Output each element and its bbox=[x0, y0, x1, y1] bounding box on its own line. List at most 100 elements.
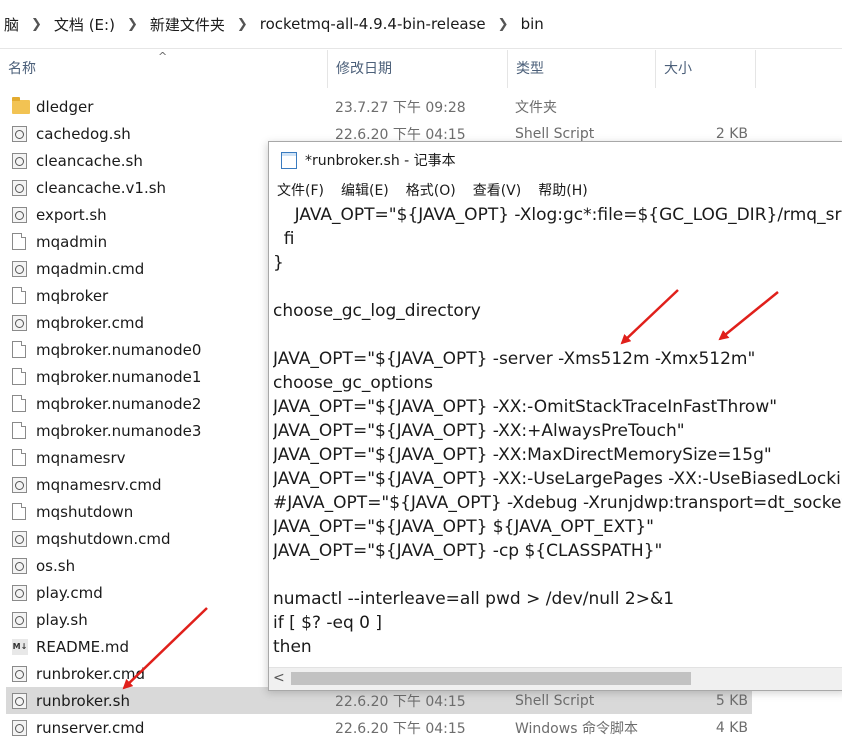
file-name: runbroker.sh bbox=[36, 691, 130, 710]
file-icon bbox=[12, 503, 26, 520]
column-date-header[interactable]: 修改日期 bbox=[328, 50, 508, 88]
sort-ascending-icon: ^ bbox=[158, 50, 168, 63]
breadcrumb-item[interactable]: 脑 bbox=[0, 14, 23, 35]
notepad-window: *runbroker.sh - 记事本 文件(F) 编辑(E) 格式(O) 查看(V)… bbox=[268, 141, 842, 691]
script-file-icon bbox=[12, 260, 27, 277]
text-line: JAVA_OPT="${JAVA_OPT} ${JAVA_OPT_EXT}" bbox=[273, 517, 654, 537]
file-name: cachedog.sh bbox=[36, 124, 131, 143]
script-file-icon bbox=[12, 530, 27, 547]
file-name: export.sh bbox=[36, 205, 107, 224]
text-line: JAVA_OPT="${JAVA_OPT} -XX:-UseLargePages… bbox=[273, 469, 842, 489]
file-icon bbox=[12, 287, 26, 304]
file-size: 2 KB bbox=[715, 125, 748, 142]
chevron-right-icon[interactable]: ❯ bbox=[490, 17, 517, 32]
file-name: cleancache.v1.sh bbox=[36, 178, 167, 197]
script-file-icon bbox=[12, 611, 27, 628]
file-name: mqbroker.numanode0 bbox=[36, 340, 202, 359]
script-file-icon bbox=[12, 692, 27, 709]
text-line bbox=[273, 563, 842, 587]
text-line: } bbox=[273, 253, 284, 273]
column-size-label: 大小 bbox=[664, 61, 692, 77]
column-name-header[interactable]: 名称 ^ bbox=[0, 50, 328, 88]
file-name: mqnamesrv.cmd bbox=[36, 475, 162, 494]
script-file-icon bbox=[12, 314, 27, 331]
file-name: os.sh bbox=[36, 556, 76, 575]
file-name: mqadmin.cmd bbox=[36, 259, 145, 278]
file-name: dledger bbox=[36, 97, 94, 116]
column-type-label: 类型 bbox=[516, 61, 544, 77]
file-row[interactable]: runserver.cmd 22.6.20 下午 04:15 Windows 命令脚… bbox=[6, 714, 752, 741]
file-name: mqbroker.numanode3 bbox=[36, 421, 202, 440]
breadcrumb-item[interactable]: bin bbox=[517, 15, 548, 33]
column-header: 名称 ^ 修改日期 类型 大小 bbox=[0, 50, 842, 88]
scrollbar-thumb[interactable] bbox=[291, 672, 691, 685]
text-line bbox=[273, 323, 842, 347]
file-name: runserver.cmd bbox=[36, 718, 145, 737]
chevron-right-icon[interactable]: ❯ bbox=[229, 17, 256, 32]
file-size: 4 KB bbox=[715, 719, 748, 736]
notepad-menu-bar: 文件(F) 编辑(E) 格式(O) 查看(V) 帮助(H) bbox=[269, 178, 842, 204]
file-name: mqadmin bbox=[36, 232, 108, 251]
notepad-title-bar[interactable]: *runbroker.sh - 记事本 bbox=[269, 142, 842, 178]
breadcrumb-item[interactable]: 文档 (E:) bbox=[50, 14, 119, 35]
file-name: cleancache.sh bbox=[36, 151, 143, 170]
text-line: JAVA_OPT="${JAVA_OPT} -cp ${CLASSPATH}" bbox=[273, 541, 663, 561]
file-size: 5 KB bbox=[715, 692, 748, 709]
notepad-menu-item[interactable]: 文件(F) bbox=[269, 178, 333, 204]
file-icon bbox=[12, 341, 26, 358]
script-file-icon bbox=[12, 584, 27, 601]
text-line: fi bbox=[273, 229, 295, 249]
breadcrumb-item[interactable]: rocketmq-all-4.9.4-bin-release bbox=[256, 15, 490, 33]
breadcrumb: 脑 ❯ 文档 (E:) ❯ 新建文件夹 ❯ rocketmq-all-4.9.4-bin-r… bbox=[0, 0, 842, 49]
scroll-left-icon[interactable]: < bbox=[273, 670, 285, 686]
file-name: play.sh bbox=[36, 610, 88, 629]
file-name: mqbroker.numanode1 bbox=[36, 367, 202, 386]
file-date: 22.6.20 下午 04:15 bbox=[335, 720, 466, 737]
file-name: README.md bbox=[36, 637, 130, 656]
file-icon bbox=[12, 395, 26, 412]
text-line: if [ $? -eq 0 ] bbox=[273, 613, 383, 633]
breadcrumb-item[interactable]: 新建文件夹 bbox=[146, 14, 229, 35]
text-line: choose_gc_options bbox=[273, 373, 433, 393]
file-name: mqshutdown.cmd bbox=[36, 529, 171, 548]
file-type: Windows 命令脚本 bbox=[515, 720, 638, 737]
notepad-title: *runbroker.sh - 记事本 bbox=[305, 153, 456, 169]
file-date: 23.7.27 下午 09:28 bbox=[335, 99, 466, 116]
text-line: then bbox=[273, 637, 312, 657]
script-file-icon bbox=[12, 719, 27, 736]
chevron-right-icon[interactable]: ❯ bbox=[119, 17, 146, 32]
file-name: mqnamesrv bbox=[36, 448, 126, 467]
column-size-header[interactable]: 大小 bbox=[656, 50, 756, 88]
script-file-icon bbox=[12, 125, 27, 142]
script-file-icon bbox=[12, 557, 27, 574]
file-type: Shell Script bbox=[515, 125, 595, 142]
file-row[interactable]: dledger 23.7.27 下午 09:28 文件夹 bbox=[6, 93, 752, 120]
script-file-icon bbox=[12, 476, 27, 493]
notepad-menu-item[interactable]: 编辑(E) bbox=[333, 178, 398, 204]
file-name: mqbroker bbox=[36, 286, 109, 305]
column-name-label: 名称 bbox=[8, 61, 36, 77]
file-name: mqshutdown bbox=[36, 502, 134, 521]
notepad-menu-item[interactable]: 帮助(H) bbox=[530, 178, 596, 204]
file-row[interactable]: runbroker.sh 22.6.20 下午 04:15 Shell Script… bbox=[6, 687, 752, 714]
file-name: play.cmd bbox=[36, 583, 103, 602]
text-line: JAVA_OPT="${JAVA_OPT} -XX:MaxDirectMemor… bbox=[273, 445, 772, 465]
chevron-right-icon[interactable]: ❯ bbox=[23, 17, 50, 32]
file-type: 文件夹 bbox=[515, 99, 557, 116]
script-file-icon bbox=[12, 179, 27, 196]
text-line: JAVA_OPT="${JAVA_OPT} -XX:+AlwaysPreTouc… bbox=[273, 421, 685, 441]
text-line: JAVA_OPT="${JAVA_OPT} -XX:-OmitStackTrac… bbox=[273, 397, 778, 417]
text-line: JAVA_OPT="${JAVA_OPT} -server -Xms512m -… bbox=[273, 349, 756, 369]
notepad-menu-item[interactable]: 格式(O) bbox=[398, 178, 465, 204]
file-name: runbroker.cmd bbox=[36, 664, 146, 683]
column-type-header[interactable]: 类型 bbox=[508, 50, 656, 88]
file-icon bbox=[12, 233, 26, 250]
file-icon bbox=[12, 449, 26, 466]
notepad-menu-item[interactable]: 查看(V) bbox=[465, 178, 531, 204]
file-name: mqbroker.cmd bbox=[36, 313, 144, 332]
notepad-text-area[interactable]: JAVA_OPT="${JAVA_OPT} -Xlog:gc*:file=${G… bbox=[273, 203, 842, 663]
file-name: mqbroker.numanode2 bbox=[36, 394, 202, 413]
text-line: numactl --interleave=all pwd > /dev/null… bbox=[273, 589, 675, 609]
horizontal-scrollbar[interactable]: < bbox=[269, 667, 842, 690]
text-line bbox=[273, 275, 842, 299]
